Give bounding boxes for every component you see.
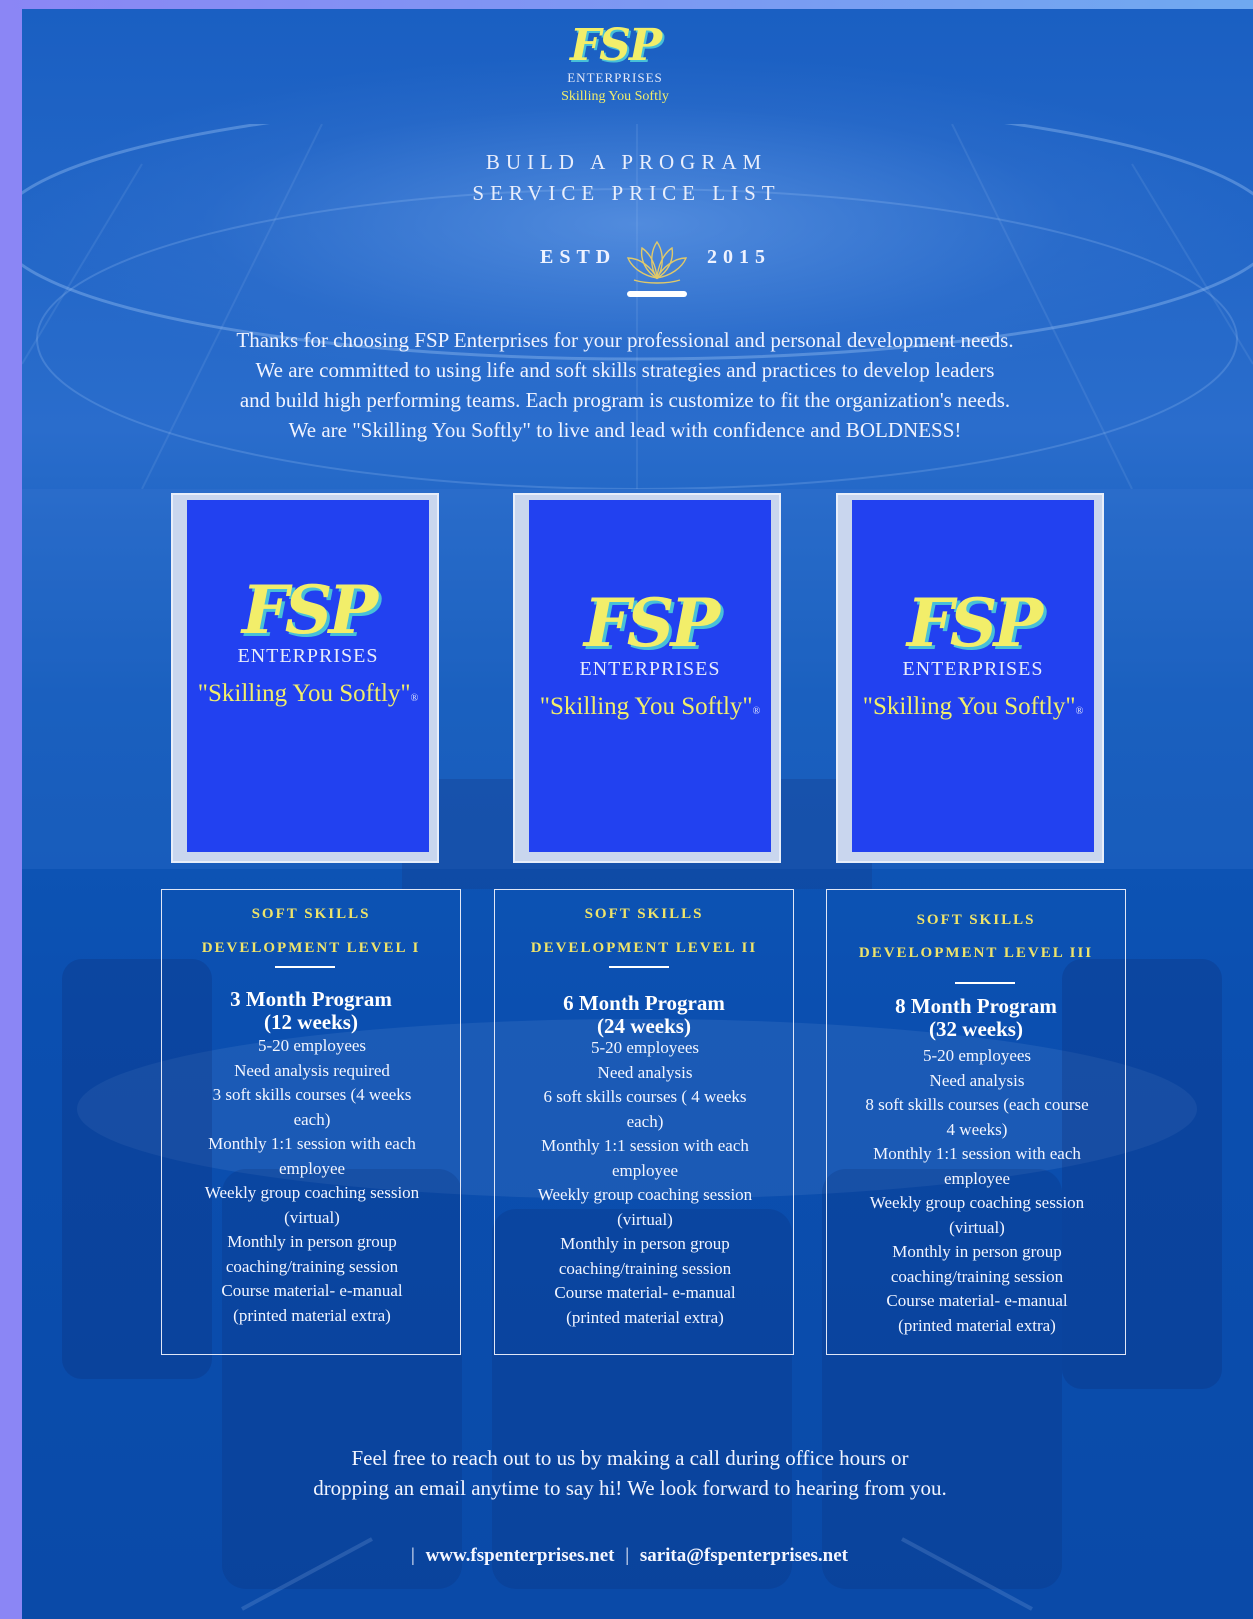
feature-line: 3 soft skills courses (4 weeks — [212, 1085, 412, 1104]
feature-line: Weekly group coaching session — [869, 1193, 1085, 1212]
feature-line: (virtual) — [284, 1207, 340, 1227]
feature-line: (printed material extra) — [898, 1315, 1056, 1335]
program-card-level-2: SOFT SKILLS DEVELOPMENT LEVEL II 6 Month… — [494, 889, 794, 1355]
cover-enterprises: ENTERPRISES — [902, 658, 1044, 680]
feature-line: 5-20 employees — [922, 1046, 1032, 1065]
feature-line: each) — [293, 1109, 331, 1129]
website-link[interactable]: www.fspenterprises.net — [426, 1545, 615, 1566]
header-logo: FSP ENTERPRISES Skilling You Softly — [545, 22, 685, 118]
program-level-line2: DEVELOPMENT LEVEL III — [858, 945, 1094, 961]
established-year: 2015 — [707, 246, 771, 268]
feature-line: Need analysis — [597, 1062, 693, 1082]
program-card-level-3: SOFT SKILLS DEVELOPMENT LEVEL III 8 Mont… — [826, 889, 1126, 1355]
feature-line: coaching/training session — [225, 1256, 399, 1276]
intro-line: Thanks for choosing FSP Enterprises for … — [236, 328, 1014, 352]
feature-line: employee — [611, 1160, 679, 1180]
program-features: 5-20 employees Need analysis required 3 … — [182, 1034, 442, 1328]
feature-line: 6 soft skills courses ( 4 weeks — [543, 1087, 747, 1106]
cover-enterprises: ENTERPRISES — [579, 658, 721, 680]
feature-line: Monthly in person group — [560, 1234, 730, 1253]
footer-separator: | — [625, 1545, 630, 1566]
book-cover-level-2: FSP ENTERPRISES "Skilling You Softly"® — [513, 493, 781, 863]
heading-divider — [609, 966, 669, 968]
feature-line: Course material- e-manual — [554, 1283, 736, 1302]
feature-line: Course material- e-manual — [886, 1291, 1068, 1310]
intro-line: We are "Skilling You Softly" to live and… — [288, 418, 962, 442]
book-cover-front: FSP ENTERPRISES "Skilling You Softly"® — [187, 500, 429, 852]
feature-line: Monthly 1:1 session with each — [208, 1134, 416, 1153]
feature-line: Weekly group coaching session — [537, 1185, 753, 1204]
feature-line: (printed material extra) — [566, 1307, 724, 1327]
program-duration: 3 Month Program (12 weeks) — [230, 987, 392, 1034]
program-level-line2: DEVELOPMENT LEVEL II — [530, 940, 758, 956]
heading-divider — [275, 966, 335, 968]
feature-line: Course material- e-manual — [221, 1281, 403, 1300]
cover-tagline: "Skilling You Softly"® — [862, 693, 1084, 720]
cover-tagline: "Skilling You Softly"® — [197, 680, 419, 707]
feature-line: Monthly 1:1 session with each — [873, 1144, 1081, 1163]
footer-separator: | — [411, 1545, 415, 1566]
program-card-level-1: SOFT SKILLS DEVELOPMENT LEVEL I 3 Month … — [161, 889, 461, 1355]
program-features: 5-20 employees Need analysis 8 soft skil… — [847, 1044, 1107, 1338]
program-duration: 8 Month Program (32 weeks) — [895, 994, 1057, 1041]
program-duration: 6 Month Program (24 weeks) — [563, 991, 725, 1038]
feature-line: Monthly in person group — [892, 1242, 1062, 1261]
cover-monogram: FSP — [583, 584, 720, 662]
feature-line: Monthly 1:1 session with each — [541, 1136, 749, 1155]
top-accent-bar — [0, 0, 1253, 9]
feature-line: Weekly group coaching session — [204, 1183, 420, 1202]
cover-monogram: FSP — [241, 571, 378, 649]
feature-line: each) — [626, 1111, 664, 1131]
program-level-line1: SOFT SKILLS — [916, 912, 1036, 928]
feature-line: 4 weeks) — [946, 1119, 1008, 1139]
cover-enterprises: ENTERPRISES — [237, 645, 379, 667]
feature-line: Need analysis required — [234, 1060, 390, 1080]
program-level-line1: SOFT SKILLS — [584, 906, 704, 922]
feature-line: coaching/training session — [890, 1266, 1064, 1286]
book-cover-front: FSP ENTERPRISES "Skilling You Softly"® — [529, 500, 771, 852]
program-level-line1: SOFT SKILLS — [251, 906, 371, 922]
feature-line: Need analysis — [929, 1070, 1025, 1090]
page-title-line1: BUILD A PROGRAM — [485, 150, 768, 174]
logo-enterprises: ENTERPRISES — [567, 70, 663, 85]
email-link[interactable]: sarita@fspenterprises.net — [640, 1545, 848, 1566]
feature-line: coaching/training session — [558, 1258, 732, 1278]
heading-divider — [955, 982, 1015, 984]
intro-text: Thanks for choosing FSP Enterprises for … — [160, 325, 1090, 445]
feature-line: Monthly in person group — [227, 1232, 397, 1251]
logo-monogram: FSP — [569, 20, 662, 71]
cover-monogram: FSP — [906, 584, 1043, 662]
program-level-line2: DEVELOPMENT LEVEL I — [201, 940, 421, 956]
contact-footer: | www.fspenterprises.net | sarita@fspent… — [0, 1545, 1253, 1567]
lotus-icon — [626, 240, 688, 284]
feature-line: 5-20 employees — [257, 1036, 367, 1055]
intro-line: We are committed to using life and soft … — [255, 358, 995, 382]
title-underline — [627, 291, 687, 297]
page-title-line2: SERVICE PRICE LIST — [472, 181, 781, 205]
book-cover-front: FSP ENTERPRISES "Skilling You Softly"® — [852, 500, 1094, 852]
feature-line: (virtual) — [949, 1217, 1005, 1237]
cover-tagline: "Skilling You Softly"® — [539, 693, 761, 720]
feature-line: employee — [278, 1158, 346, 1178]
book-cover-level-1: FSP ENTERPRISES "Skilling You Softly"® — [171, 493, 439, 863]
estd-label: ESTD — [540, 246, 617, 268]
closing-text: Feel free to reach out to us by making a… — [250, 1443, 1010, 1503]
feature-line: 5-20 employees — [590, 1038, 700, 1057]
book-cover-level-3: FSP ENTERPRISES "Skilling You Softly"® — [836, 493, 1104, 863]
feature-line: 8 soft skills courses (each course — [865, 1095, 1089, 1114]
feature-line: employee — [943, 1168, 1011, 1188]
feature-line: (printed material extra) — [233, 1305, 391, 1325]
intro-line: and build high performing teams. Each pr… — [239, 388, 1011, 412]
logo-tagline: Skilling You Softly — [561, 89, 669, 104]
established-badge: ESTD 2015 — [500, 238, 780, 298]
feature-line: (virtual) — [617, 1209, 673, 1229]
closing-line: Feel free to reach out to us by making a… — [351, 1446, 909, 1470]
program-features: 5-20 employees Need analysis 6 soft skil… — [515, 1036, 775, 1330]
closing-line: dropping an email anytime to say hi! We … — [313, 1476, 947, 1500]
